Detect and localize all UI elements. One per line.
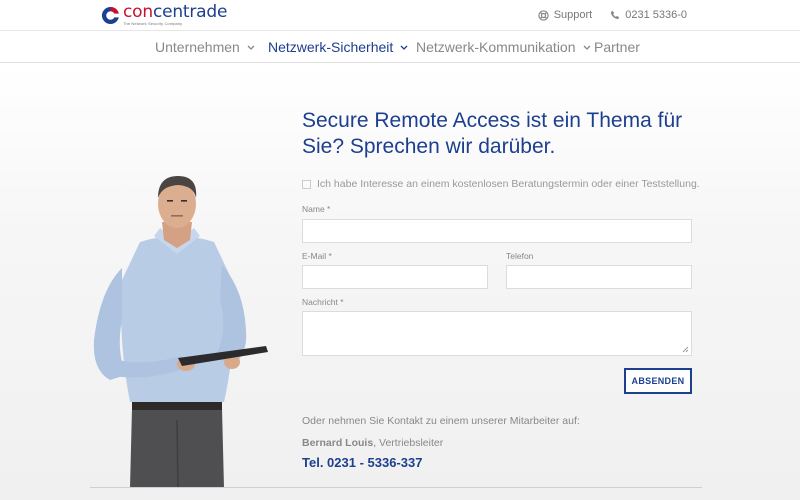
nav-item-label: Netzwerk-Sicherheit <box>268 39 394 55</box>
consent-label: Ich habe Interesse an einem kostenlosen … <box>317 178 700 190</box>
consent-row[interactable]: Ich habe Interesse an einem kostenlosen … <box>302 178 700 190</box>
contact-name: Bernard Louis <box>302 437 374 449</box>
nav-item-label: Netzwerk-Kommunikation <box>416 39 576 55</box>
lifebuoy-icon <box>538 9 549 21</box>
logo[interactable]: concentrade The Network Security Company <box>101 4 227 26</box>
nav-item-netzwerk-kommunikation[interactable]: Netzwerk-Kommunikation <box>416 39 591 55</box>
support-label: Support <box>553 9 593 21</box>
name-input[interactable] <box>302 219 692 243</box>
consent-checkbox[interactable] <box>302 179 311 189</box>
phone-label: 0231 5336-0 <box>625 9 687 21</box>
phone-input[interactable] <box>506 265 692 289</box>
nav-item-netzwerk-sicherheit[interactable]: Netzwerk-Sicherheit <box>268 39 408 55</box>
contact-person-photo <box>93 176 268 488</box>
contact-intro: Oder nehmen Sie Kontakt zu einem unserer… <box>302 415 580 427</box>
resize-handle-icon[interactable] <box>682 346 689 353</box>
contact-phone[interactable]: Tel. 0231 - 5336-337 <box>302 455 422 470</box>
nav-item-partner[interactable]: Partner <box>594 39 640 55</box>
phone-link[interactable]: 0231 5336-0 <box>610 9 687 21</box>
logo-tagline: The Network Security Company <box>123 21 183 26</box>
chevron-down-icon <box>583 45 590 50</box>
chevron-down-icon <box>400 45 408 50</box>
form-headline: Secure Remote Access ist ein Thema für S… <box>302 109 683 158</box>
phone-field-label: Telefon <box>506 251 534 261</box>
logo-name: concentrade <box>123 2 228 22</box>
top-bar: concentrade The Network Security Company… <box>0 0 800 30</box>
section-divider <box>90 487 702 488</box>
name-label: Name * <box>302 204 331 214</box>
nav-item-label: Unternehmen <box>155 39 240 55</box>
message-textarea[interactable] <box>302 311 692 356</box>
nav-item-label: Partner <box>594 39 640 55</box>
nav-item-unternehmen[interactable]: Unternehmen <box>155 39 255 55</box>
email-input[interactable] <box>302 265 488 289</box>
support-link[interactable]: Support <box>538 9 593 21</box>
email-label: E-Mail * <box>302 251 332 261</box>
utility-links: Support 0231 5336-0 <box>520 9 687 21</box>
logo-icon <box>101 6 120 24</box>
main-nav: Unternehmen Netzwerk-Sicherheit Netzwerk… <box>0 30 800 63</box>
chevron-down-icon <box>247 45 255 50</box>
submit-button[interactable]: ABSENDEN <box>624 368 692 394</box>
phone-icon <box>611 10 620 20</box>
contact-role: , Vertriebsleiter <box>373 437 444 449</box>
contact-person: Bernard Louis, Vertriebsleiter <box>302 437 443 449</box>
message-label: Nachricht * <box>302 297 344 307</box>
